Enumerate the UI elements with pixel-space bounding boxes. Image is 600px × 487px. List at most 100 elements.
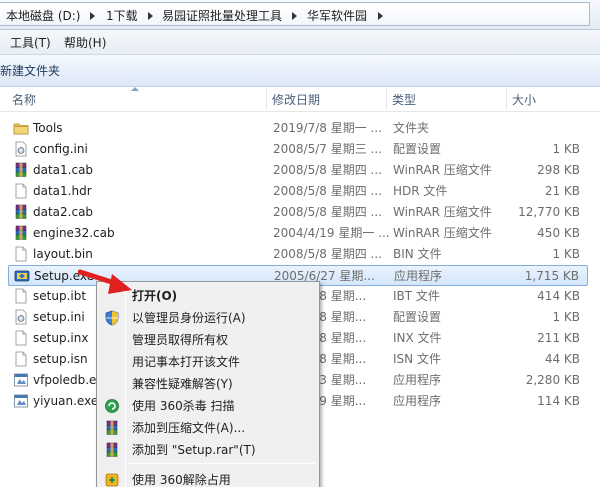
file-modified-date: 2019/7/8 星期一 ... (273, 121, 382, 135)
column-modified[interactable]: 修改日期 (272, 93, 320, 107)
file-size: 1 KB (552, 142, 580, 156)
context-menu-item[interactable]: 兼容性疑难解答(Y) (99, 373, 317, 395)
file-name: yiyuan.exe (33, 394, 99, 408)
breadcrumb-chevron-icon[interactable] (378, 12, 383, 20)
breadcrumb-chevron-icon[interactable] (148, 12, 153, 20)
file-size: 114 KB (537, 394, 580, 408)
context-menu-label: 使用 360杀毒 扫描 (132, 399, 235, 413)
exe-icon (13, 372, 29, 388)
column-header-row: 名称 修改日期 类型 大小 (0, 87, 600, 112)
file-row[interactable]: data2.cab 2008/5/8 星期四 ... WinRAR 压缩文件 12,7… (8, 202, 588, 223)
file-type: INX 文件 (393, 331, 442, 345)
file-size: 450 KB (537, 226, 580, 240)
column-name[interactable]: 名称 (12, 93, 36, 107)
breadcrumb-app-folder[interactable]: 易园证照批量处理工具 (162, 8, 282, 24)
file-type: 配置设置 (393, 310, 442, 324)
context-menu-item[interactable]: 使用 360杀毒 扫描 (99, 395, 317, 417)
column-divider[interactable] (386, 89, 387, 110)
file-modified-date: 2008/5/8 星期四 ... (273, 163, 382, 177)
context-menu-item[interactable]: 用记事本打开该文件 (99, 351, 317, 373)
file-icon (13, 246, 29, 262)
column-divider[interactable] (506, 89, 507, 110)
column-type[interactable]: 类型 (392, 93, 416, 107)
file-size: 12,770 KB (518, 205, 580, 219)
red-arrow-annotation (78, 269, 132, 294)
context-menu-item[interactable]: 添加到 "Setup.rar"(T) (99, 439, 317, 461)
file-row[interactable]: Tools 2019/7/8 星期一 ... 文件夹 (8, 118, 588, 139)
file-type: ISN 文件 (393, 352, 441, 366)
winrar-icon (13, 225, 29, 241)
file-size: 1,715 KB (524, 269, 579, 283)
column-size[interactable]: 大小 (512, 93, 536, 107)
file-name: Tools (33, 121, 63, 135)
menu-separator (129, 463, 315, 464)
file-type: 配置设置 (393, 142, 442, 156)
context-menu-item[interactable]: 以管理员身份运行(A) (99, 307, 317, 329)
context-menu-item[interactable]: 添加到压缩文件(A)... (99, 417, 317, 439)
file-icon (13, 330, 29, 346)
file-size: 211 KB (537, 331, 580, 345)
file-row[interactable]: layout.bin 2008/5/8 星期四 ... BIN 文件 1 KB (8, 244, 588, 265)
context-menu-item[interactable]: 管理员取得所有权 (99, 329, 317, 351)
winrar-icon (13, 162, 29, 178)
folder-icon (13, 120, 29, 136)
file-modified-date: 2008/5/8 星期四 ... (273, 247, 382, 261)
file-type: WinRAR 压缩文件 (393, 205, 492, 219)
file-name: layout.bin (33, 247, 93, 261)
file-type: IBT 文件 (393, 289, 440, 303)
file-row[interactable]: data1.cab 2008/5/8 星期四 ... WinRAR 压缩文件 298 … (8, 160, 588, 181)
context-menu-label: 添加到压缩文件(A)... (132, 421, 246, 435)
winrar-icon (104, 442, 120, 458)
file-name: setup.isn (33, 352, 88, 366)
file-row[interactable]: engine32.cab 2004/4/19 星期一 ... WinRAR 压缩文件… (8, 223, 588, 244)
address-bar: 本地磁盘 (D:) 1下载 易园证照批量处理工具 华军软件园 (0, 0, 600, 30)
breadcrumb-download[interactable]: 1下载 (106, 8, 138, 24)
file-icon (13, 351, 29, 367)
menu-help[interactable]: 帮助(H) (64, 35, 106, 51)
360-unlock-icon (104, 472, 120, 487)
settings-file-icon (13, 141, 29, 157)
winrar-icon (104, 420, 120, 436)
360-antivirus-icon (104, 398, 120, 414)
context-menu-label: 使用 360解除占用 (132, 473, 231, 487)
file-modified-date: 2004/4/19 星期一 ... (273, 226, 390, 240)
file-type: HDR 文件 (393, 184, 448, 198)
new-folder-button[interactable]: 新建文件夹 (0, 63, 60, 79)
context-menu-item[interactable]: 使用 360解除占用 (99, 469, 317, 487)
menu-tools[interactable]: 工具(T) (10, 35, 51, 51)
file-modified-date: 2008/5/7 星期三 ... (273, 142, 382, 156)
file-size: 44 KB (544, 352, 580, 366)
file-type: BIN 文件 (393, 247, 442, 261)
settings-file-icon (13, 309, 29, 325)
file-size: 1 KB (552, 310, 580, 324)
winrar-icon (13, 204, 29, 220)
file-modified-date: 2008/5/8 星期四 ... (273, 205, 382, 219)
context-menu-label: 以管理员身份运行(A) (132, 311, 246, 325)
uac-shield-icon (104, 310, 120, 326)
file-type: WinRAR 压缩文件 (393, 226, 492, 240)
breadcrumb-drive[interactable]: 本地磁盘 (D:) (6, 8, 80, 24)
breadcrumb-current[interactable]: 华军软件园 (307, 8, 367, 24)
column-divider[interactable] (266, 89, 267, 110)
file-row[interactable]: data1.hdr 2008/5/8 星期四 ... HDR 文件 21 KB (8, 181, 588, 202)
sort-ascending-icon (131, 87, 139, 91)
setup-exe-icon (14, 268, 30, 284)
file-name: data2.cab (33, 205, 94, 219)
file-modified-date: 2008/5/8 星期四 ... (273, 184, 382, 198)
file-type: 应用程序 (393, 373, 442, 387)
context-menu-label: 添加到 "Setup.rar"(T) (132, 443, 256, 457)
file-row[interactable]: config.ini 2008/5/7 星期三 ... 配置设置 1 KB (8, 139, 588, 160)
file-type: 文件夹 (393, 121, 430, 135)
file-icon (13, 183, 29, 199)
file-type: 应用程序 (394, 269, 443, 283)
address-field[interactable]: 本地磁盘 (D:) 1下载 易园证照批量处理工具 华军软件园 (0, 2, 590, 26)
file-size: 414 KB (537, 289, 580, 303)
file-name: setup.ini (33, 310, 85, 324)
context-menu-label: 用记事本打开该文件 (132, 355, 241, 369)
file-name: engine32.cab (33, 226, 115, 240)
file-type: WinRAR 压缩文件 (393, 163, 492, 177)
command-bar: 新建文件夹 (0, 55, 600, 87)
file-size: 21 KB (544, 184, 580, 198)
breadcrumb-chevron-icon[interactable] (292, 12, 297, 20)
breadcrumb-chevron-icon[interactable] (90, 12, 95, 20)
